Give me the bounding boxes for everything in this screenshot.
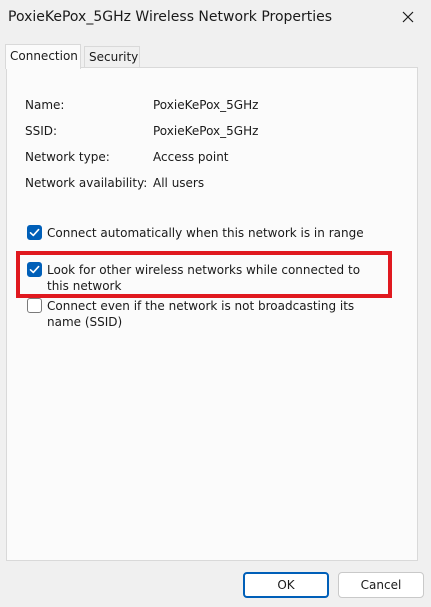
checkmark-icon	[29, 228, 40, 237]
tab-security[interactable]: Security	[84, 46, 140, 68]
close-icon	[402, 11, 414, 23]
availability-label: Network availability:	[25, 176, 148, 190]
connect-automatically-label: Connect automatically when this network …	[47, 226, 364, 240]
connect-automatically-checkbox[interactable]	[27, 225, 42, 240]
checkmark-icon	[29, 265, 40, 274]
window-title: PoxieKePox_5GHz Wireless Network Propert…	[8, 9, 333, 25]
properties-dialog: PoxieKePox_5GHz Wireless Network Propert…	[0, 0, 431, 607]
connect-hidden-network-label: Connect even if the network is not broad…	[47, 299, 355, 329]
look-for-other-networks-checkbox[interactable]	[27, 262, 42, 277]
name-value: PoxieKePox_5GHz	[153, 98, 259, 112]
close-button[interactable]	[385, 0, 431, 34]
look-for-other-networks-label: Look for other wireless networks while c…	[47, 263, 361, 293]
ssid-value: PoxieKePox_5GHz	[153, 124, 259, 138]
network-type-label: Network type:	[25, 150, 110, 164]
network-type-value: Access point	[153, 150, 229, 164]
cancel-button[interactable]: Cancel	[338, 572, 424, 598]
title-bar: PoxieKePox_5GHz Wireless Network Propert…	[0, 0, 431, 36]
tab-connection[interactable]: Connection	[5, 44, 81, 69]
ok-button[interactable]: OK	[243, 572, 329, 598]
availability-value: All users	[153, 176, 205, 190]
name-label: Name:	[25, 98, 65, 112]
connect-hidden-network-checkbox[interactable]	[27, 298, 42, 313]
ssid-label: SSID:	[25, 124, 58, 138]
connection-panel: Name: PoxieKePox_5GHz SSID: PoxieKePox_5…	[6, 67, 418, 561]
